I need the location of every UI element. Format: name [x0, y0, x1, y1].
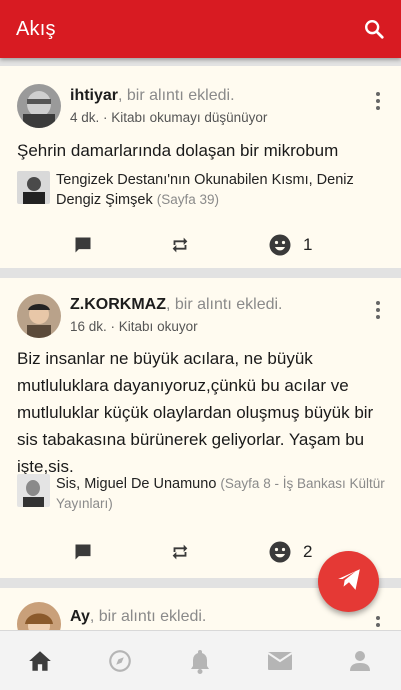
post-card: ihtiyar, bir alıntı ekledi. 4 dk. · Kita… — [0, 66, 401, 268]
smiley-icon[interactable] — [268, 233, 292, 257]
quote-text[interactable]: Şehrin damarlarında dolaşan bir mikrobum — [17, 137, 383, 164]
home-icon[interactable] — [26, 647, 54, 675]
book-title: Sis, Miguel De Unamuno — [56, 476, 217, 492]
book-reference[interactable]: Sis, Miguel De Unamuno (Sayfa 8 - İş Ban… — [17, 474, 385, 514]
search-icon[interactable] — [361, 16, 387, 42]
repost-icon[interactable] — [169, 234, 191, 256]
more-icon[interactable] — [375, 92, 381, 110]
book-cover — [17, 474, 50, 507]
profile-icon[interactable] — [346, 647, 374, 675]
book-page: (Sayfa 39) — [156, 192, 220, 207]
like-count: 1 — [303, 235, 313, 254]
post-time: 4 dk. — [70, 110, 100, 125]
comment-icon[interactable] — [73, 235, 93, 255]
user-line: Z.KORKMAZ, bir alıntı ekledi. — [70, 296, 282, 314]
app-bar: Akış — [0, 0, 401, 58]
post-card: Z.KORKMAZ, bir alıntı ekledi. 16 dk. · K… — [0, 278, 401, 578]
send-icon — [336, 566, 362, 597]
like-count: 2 — [303, 542, 313, 561]
mail-icon[interactable] — [266, 647, 294, 675]
action-bar: 1 — [0, 230, 401, 260]
smiley-icon[interactable] — [268, 540, 292, 564]
repost-icon[interactable] — [169, 541, 191, 563]
avatar[interactable] — [17, 602, 61, 630]
book-info: Tengizek Destanı'nın Okunabilen Kısmı, D… — [56, 171, 385, 210]
reading-status: okumayı düşünüyor — [149, 110, 268, 125]
meta-line: 16 dk. · Kitabı okuyor — [70, 319, 198, 334]
avatar[interactable] — [17, 84, 61, 128]
avatar[interactable] — [17, 294, 61, 338]
status-prefix: Kitabı — [118, 319, 154, 334]
post-time: 16 dk. — [70, 319, 107, 334]
quote-text[interactable]: Biz insanlar ne büyük acılara, ne büyük … — [17, 345, 383, 480]
meta-line: 4 dk. · Kitabı okumayı düşünüyor — [70, 110, 268, 125]
app-title: Akış — [16, 17, 56, 40]
post-action: , bir alıntı ekledi. — [118, 87, 235, 104]
bell-icon[interactable] — [186, 647, 214, 675]
bottom-nav — [0, 630, 401, 690]
reading-status: okuyor — [157, 319, 198, 334]
status-prefix: Kitabı — [111, 110, 146, 125]
username[interactable]: ihtiyar — [70, 87, 118, 104]
book-info: Sis, Miguel De Unamuno (Sayfa 8 - İş Ban… — [56, 474, 385, 514]
user-line: Ay, bir alıntı ekledi. — [70, 608, 206, 626]
more-icon[interactable] — [375, 616, 381, 630]
compass-icon[interactable] — [106, 647, 134, 675]
post-action: , bir alıntı ekledi. — [89, 608, 207, 625]
username[interactable]: Z.KORKMAZ — [70, 296, 166, 313]
feed[interactable]: ihtiyar, bir alıntı ekledi. 4 dk. · Kita… — [0, 58, 401, 630]
more-icon[interactable] — [375, 301, 381, 319]
book-reference[interactable]: Tengizek Destanı'nın Okunabilen Kısmı, D… — [17, 171, 385, 210]
post-action: , bir alıntı ekledi. — [165, 296, 283, 313]
username[interactable]: Ay — [70, 608, 90, 625]
add-quote-fab[interactable] — [318, 551, 379, 612]
comment-icon[interactable] — [73, 542, 93, 562]
user-line: ihtiyar, bir alıntı ekledi. — [70, 87, 235, 105]
book-cover — [17, 171, 50, 204]
